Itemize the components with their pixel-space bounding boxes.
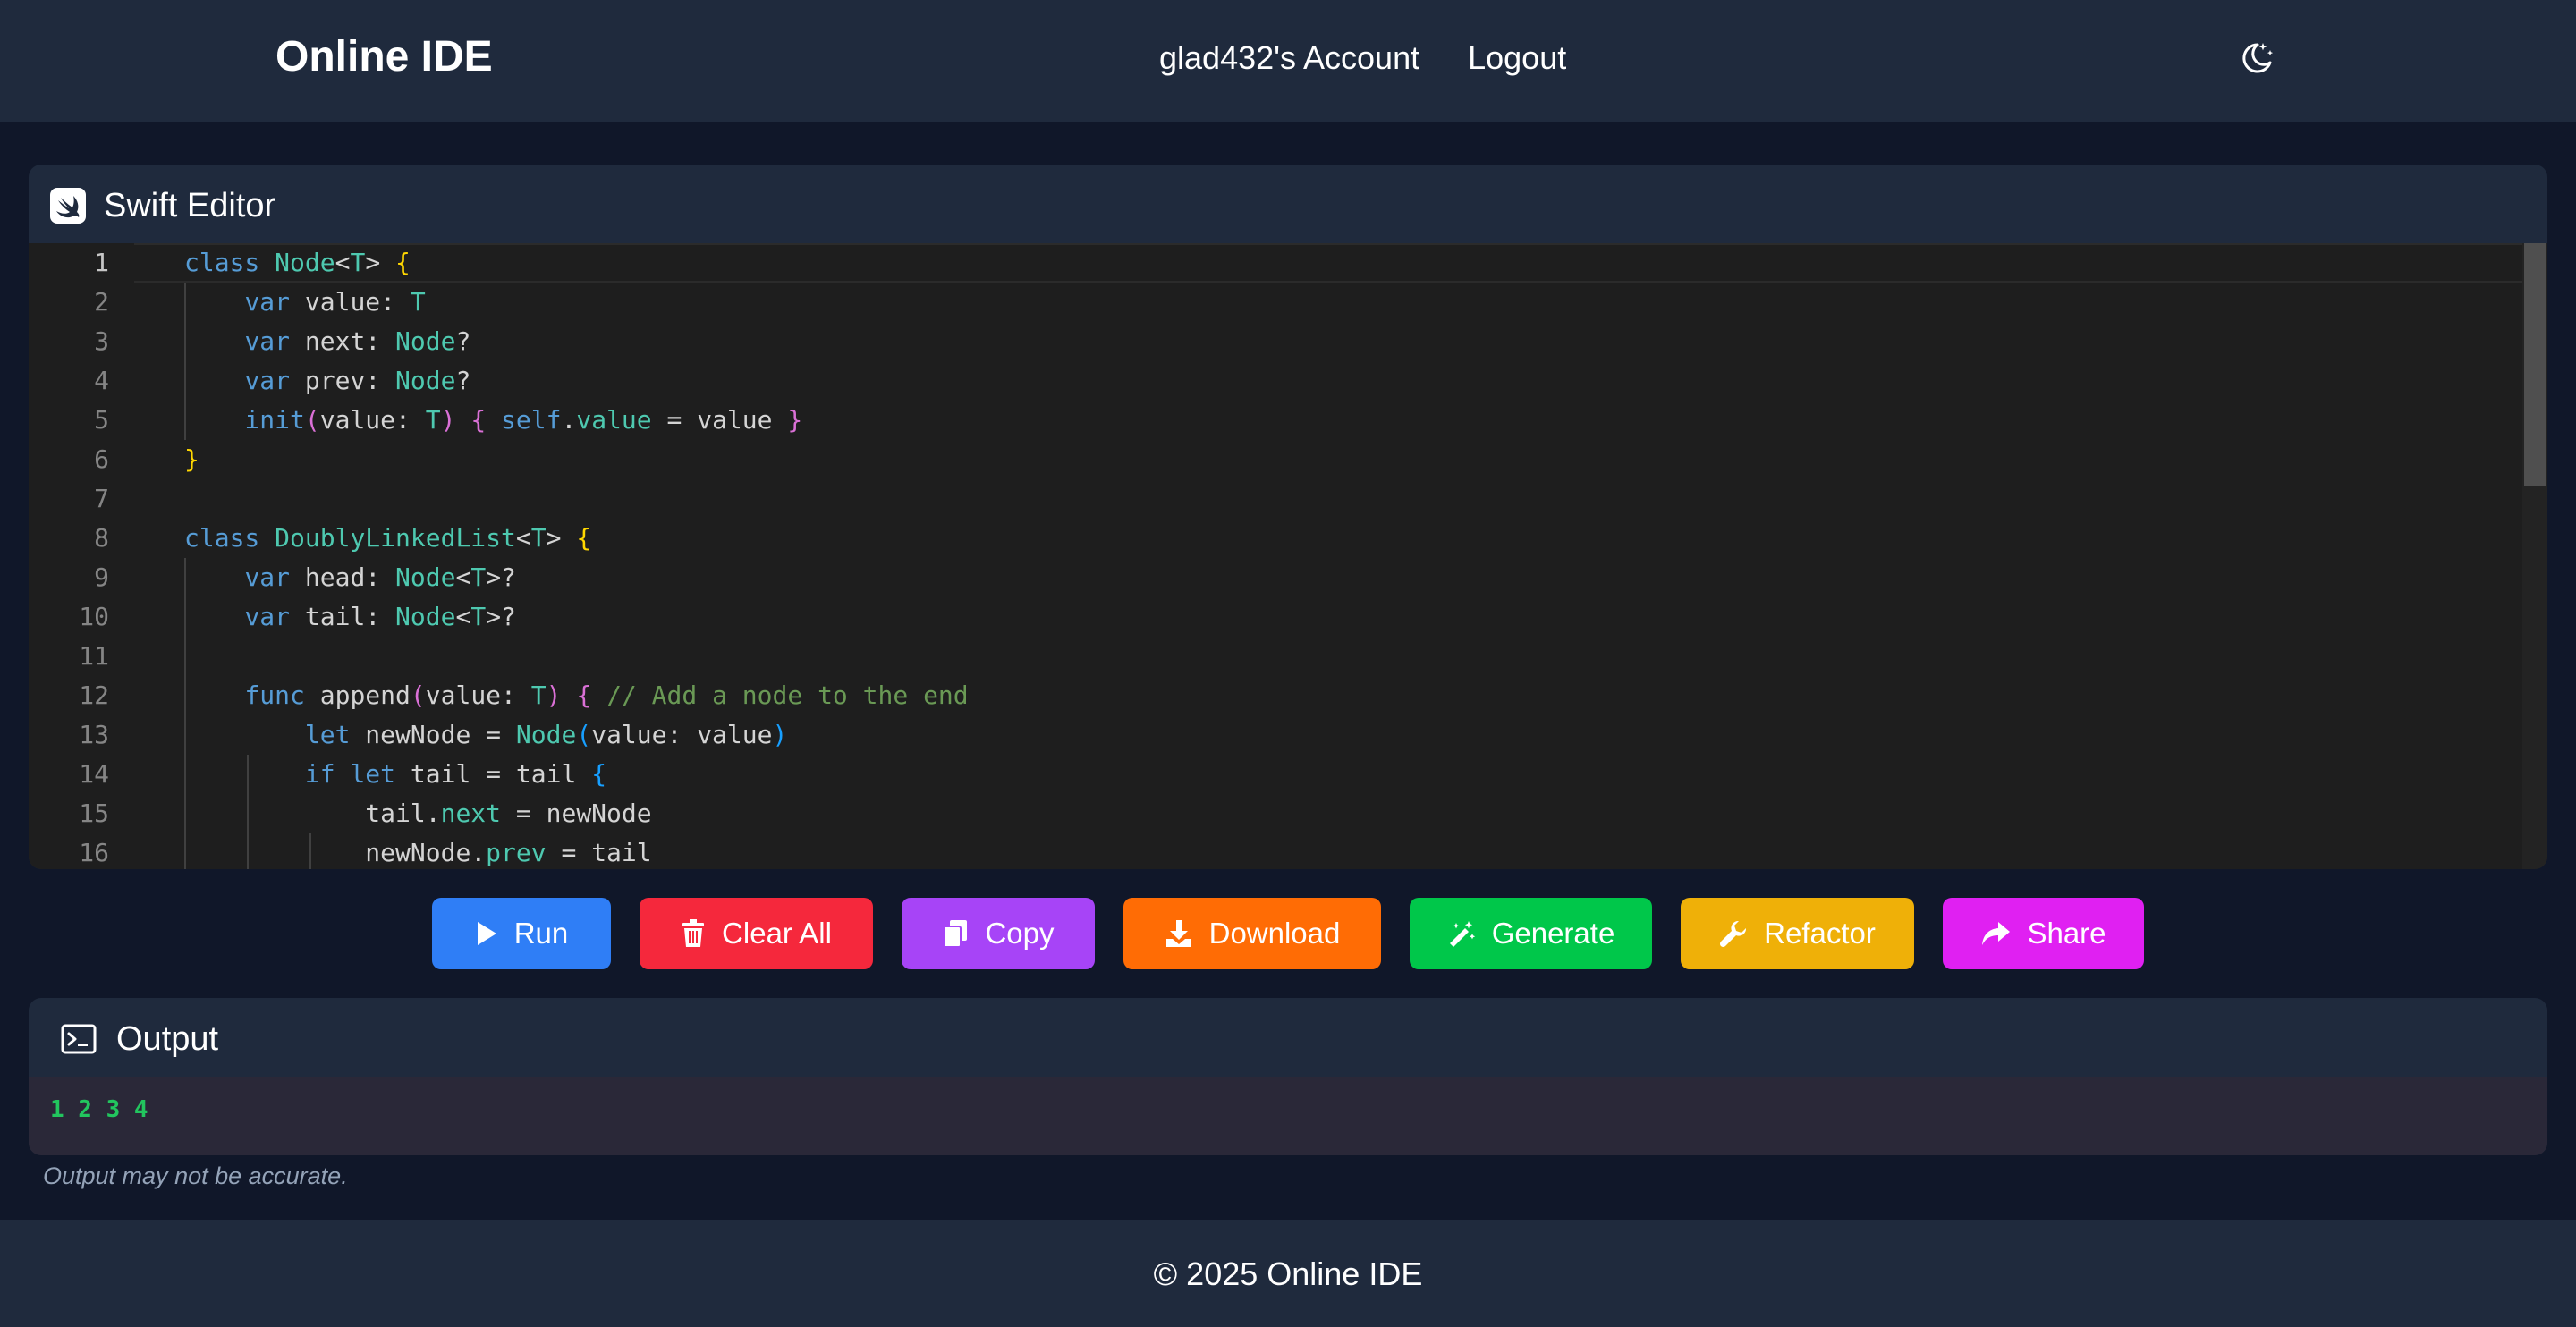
output-header: Output xyxy=(61,1019,218,1059)
share-icon xyxy=(1982,922,2011,945)
clear-all-button[interactable]: Clear All xyxy=(640,898,873,969)
line-number-gutter: 1 2 3 4 5 6 7 8 9 10 11 12 13 14 15 16 xyxy=(29,243,136,869)
page-footer: © 2025 Online IDE xyxy=(0,1220,2576,1327)
code-line[interactable]: var head: Node<T>? xyxy=(184,558,2528,597)
code-line[interactable]: init(value: T) { self.value = value } xyxy=(184,401,2528,440)
refactor-button[interactable]: Refactor xyxy=(1681,898,1914,969)
copyright-text: © 2025 Online IDE xyxy=(1153,1255,1423,1292)
code-line[interactable] xyxy=(184,479,2528,519)
play-icon xyxy=(477,922,496,945)
swift-logo-icon xyxy=(50,188,86,224)
copy-icon xyxy=(943,920,968,948)
terminal-icon xyxy=(61,1021,97,1057)
line-number: 1 xyxy=(94,248,109,277)
line-number: 8 xyxy=(94,523,109,553)
code-line[interactable]: var next: Node? xyxy=(184,322,2528,361)
editor-scrollbar-thumb[interactable] xyxy=(2524,243,2546,486)
line-number: 15 xyxy=(79,799,109,828)
wrench-icon xyxy=(1720,920,1747,948)
line-number: 9 xyxy=(94,562,109,592)
code-line[interactable]: class DoublyLinkedList<T> { xyxy=(184,519,2528,558)
editor-header: Swift Editor xyxy=(50,186,275,225)
code-line[interactable]: let newNode = Node(value: value) xyxy=(184,715,2528,755)
code-line[interactable] xyxy=(184,637,2528,676)
action-toolbar: Run Clear All Copy Download Generate Ref… xyxy=(0,898,2576,969)
line-number: 11 xyxy=(79,641,109,671)
line-number: 16 xyxy=(79,838,109,867)
download-button[interactable]: Download xyxy=(1123,898,1381,969)
copy-button[interactable]: Copy xyxy=(902,898,1095,969)
code-line[interactable]: class Node<T> { xyxy=(184,243,2528,283)
code-line[interactable]: var tail: Node<T>? xyxy=(184,597,2528,637)
output-title: Output xyxy=(116,1019,219,1058)
code-line[interactable]: var value: T xyxy=(184,283,2528,322)
brand-title[interactable]: Online IDE xyxy=(275,32,493,81)
line-number: 2 xyxy=(94,287,109,317)
generate-button[interactable]: Generate xyxy=(1410,898,1652,969)
line-number: 5 xyxy=(94,405,109,435)
editor-card: Swift Editor 1 2 3 4 5 6 7 8 9 10 11 12 … xyxy=(29,165,2547,869)
line-number: 6 xyxy=(94,444,109,474)
line-number: 10 xyxy=(79,602,109,631)
line-number: 14 xyxy=(79,759,109,789)
code-content[interactable]: class Node<T> { var value: T var next: N… xyxy=(184,243,2528,869)
code-line[interactable]: newNode.prev = tail xyxy=(184,833,2528,869)
logout-link[interactable]: Logout xyxy=(1468,39,1566,76)
moon-stars-icon[interactable] xyxy=(2236,38,2277,79)
output-card: Output 1 2 3 4 xyxy=(29,998,2547,1155)
output-disclaimer: Output may not be accurate. xyxy=(43,1162,348,1189)
line-number: 12 xyxy=(79,680,109,710)
run-button[interactable]: Run xyxy=(432,898,611,969)
share-button[interactable]: Share xyxy=(1943,898,2144,969)
line-number: 13 xyxy=(79,720,109,749)
code-line[interactable]: tail.next = newNode xyxy=(184,794,2528,833)
line-number: 7 xyxy=(94,484,109,513)
output-console: 1 2 3 4 xyxy=(29,1077,2547,1155)
download-icon xyxy=(1165,920,1191,947)
code-line[interactable]: var prev: Node? xyxy=(184,361,2528,401)
account-link[interactable]: glad432's Account xyxy=(1159,39,1419,76)
top-navbar: Online IDE glad432's Account Logout xyxy=(0,0,2576,122)
magic-wand-icon xyxy=(1449,921,1475,947)
code-line[interactable]: } xyxy=(184,440,2528,479)
trash-icon xyxy=(682,919,705,947)
code-line[interactable]: if let tail = tail { xyxy=(184,755,2528,794)
account-nav: glad432's Account Logout xyxy=(1159,39,1606,77)
code-line[interactable]: func append(value: T) { // Add a node to… xyxy=(184,676,2528,715)
code-editor[interactable]: 1 2 3 4 5 6 7 8 9 10 11 12 13 14 15 16 c… xyxy=(29,243,2547,869)
editor-title: Swift Editor xyxy=(104,186,276,224)
output-text: 1 2 3 4 xyxy=(50,1096,148,1123)
line-number: 3 xyxy=(94,326,109,356)
line-number: 4 xyxy=(94,366,109,395)
